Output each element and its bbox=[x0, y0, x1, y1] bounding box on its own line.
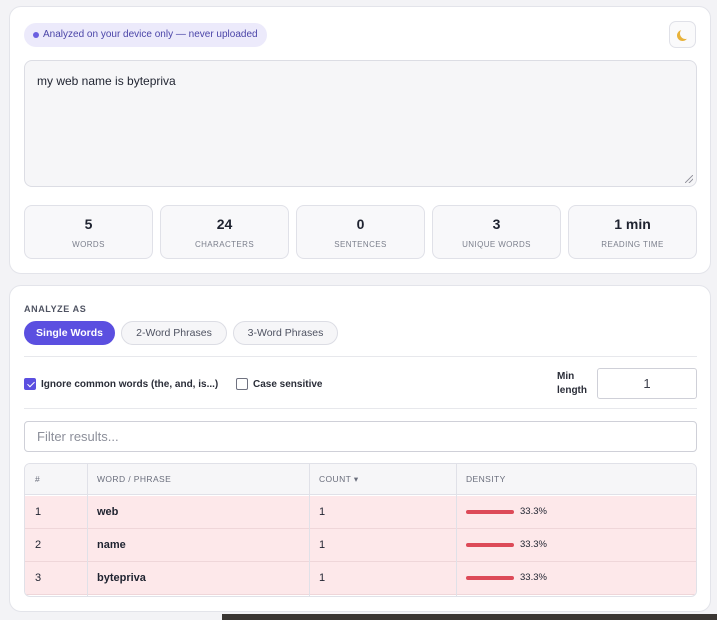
table-header-row: # WORD / PHRASE COUNT ▾ DENSITY bbox=[25, 464, 696, 495]
case-sensitive-checkbox[interactable] bbox=[236, 378, 248, 390]
case-sensitive-option[interactable]: Case sensitive bbox=[236, 377, 323, 391]
stats-row: 5 Words 24 Characters 0 Sentences 3 Uniq… bbox=[24, 205, 697, 259]
privacy-badge: Analyzed on your device only — never upl… bbox=[24, 23, 267, 47]
stat-label: Characters bbox=[194, 240, 255, 249]
text-input-area[interactable]: my web name is bytepriva bbox=[24, 60, 697, 187]
stat-label: Reading time bbox=[601, 240, 664, 249]
text-input-card: Analyzed on your device only — never upl… bbox=[9, 6, 711, 274]
row-word: name bbox=[97, 539, 126, 551]
column-divider bbox=[87, 464, 88, 596]
status-dot-icon bbox=[33, 32, 39, 38]
table-row: 1 web 1 33.3% bbox=[25, 496, 696, 529]
analyze-as-label: ANALYZE AS bbox=[24, 304, 87, 314]
moon-icon bbox=[680, 28, 691, 39]
ignore-common-checkbox[interactable] bbox=[24, 378, 36, 390]
stat-value: 1 min bbox=[614, 216, 651, 232]
mode-single-words-button[interactable]: Single Words bbox=[24, 321, 115, 345]
results-table: # WORD / PHRASE COUNT ▾ DENSITY 1 web 1 … bbox=[24, 463, 697, 597]
table-row: 2 name 1 33.3% bbox=[25, 529, 696, 562]
stat-label: Unique words bbox=[462, 240, 531, 249]
stat-value: 5 bbox=[84, 216, 93, 232]
row-count: 1 bbox=[319, 539, 326, 551]
filter-results-input[interactable]: Filter results... bbox=[24, 421, 697, 452]
stat-reading-time: 1 min Reading time bbox=[568, 205, 697, 259]
text-input-value: my web name is bytepriva bbox=[37, 74, 176, 88]
theme-toggle-button[interactable] bbox=[669, 21, 696, 48]
col-header-density: DENSITY bbox=[466, 474, 506, 484]
mode-3-word-phrases-button[interactable]: 3-Word Phrases bbox=[233, 321, 338, 345]
density-bar bbox=[466, 510, 515, 514]
row-density: 33.3% bbox=[456, 496, 696, 529]
stat-label: Sentences bbox=[334, 240, 387, 249]
resize-grip-icon[interactable] bbox=[685, 175, 693, 183]
analysis-card: ANALYZE AS Single Words 2-Word Phrases 3… bbox=[9, 285, 711, 612]
density-value: 33.3% bbox=[520, 572, 547, 583]
stat-label: Words bbox=[72, 240, 105, 249]
row-count: 1 bbox=[319, 506, 326, 518]
divider bbox=[24, 408, 697, 409]
col-header-rank: # bbox=[35, 474, 41, 484]
col-header-count[interactable]: COUNT ▾ bbox=[309, 464, 456, 495]
density-bar bbox=[466, 543, 515, 547]
density-value: 33.3% bbox=[520, 539, 547, 550]
stat-value: 3 bbox=[492, 216, 501, 232]
stat-sentences: 0 Sentences bbox=[296, 205, 425, 259]
stat-value: 0 bbox=[356, 216, 365, 232]
stat-unique-words: 3 Unique words bbox=[432, 205, 561, 259]
stat-value: 24 bbox=[216, 216, 233, 232]
row-word: bytepriva bbox=[97, 572, 146, 584]
column-divider bbox=[456, 464, 457, 596]
divider bbox=[24, 356, 697, 357]
col-header-word: WORD / PHRASE bbox=[97, 474, 172, 484]
row-rank: 1 bbox=[35, 506, 42, 518]
mode-2-word-phrases-button[interactable]: 2-Word Phrases bbox=[121, 321, 227, 345]
stat-words: 5 Words bbox=[24, 205, 153, 259]
taskbar-strip bbox=[222, 614, 717, 620]
row-density: 33.3% bbox=[456, 529, 696, 562]
privacy-badge-text: Analyzed on your device only — never upl… bbox=[43, 29, 258, 40]
table-row: 3 bytepriva 1 33.3% bbox=[25, 562, 696, 595]
density-value: 33.3% bbox=[520, 506, 547, 517]
ignore-common-label: Ignore common words (the, and, is...) bbox=[41, 378, 219, 390]
min-length-input[interactable]: 1 bbox=[597, 368, 697, 399]
density-bar bbox=[466, 576, 515, 580]
case-sensitive-label: Case sensitive bbox=[253, 378, 323, 390]
column-divider bbox=[309, 464, 310, 596]
ignore-common-option[interactable]: Ignore common words (the, and, is...) bbox=[24, 377, 218, 391]
row-density: 33.3% bbox=[456, 562, 696, 595]
stat-characters: 24 Characters bbox=[160, 205, 289, 259]
row-word: web bbox=[97, 506, 119, 518]
row-rank: 3 bbox=[35, 572, 42, 584]
row-count: 1 bbox=[319, 572, 326, 584]
min-length-label: Min length bbox=[557, 371, 587, 396]
row-rank: 2 bbox=[35, 539, 42, 551]
